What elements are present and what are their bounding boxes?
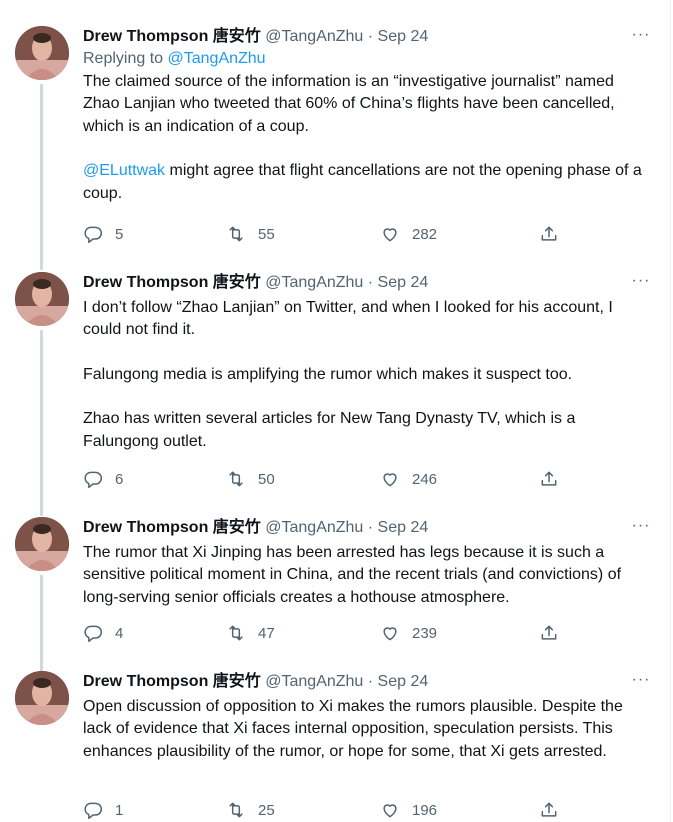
thread-line xyxy=(40,575,43,671)
more-icon[interactable]: ··· xyxy=(628,517,654,535)
like-button[interactable]: 282 xyxy=(380,224,437,244)
mention-paragraph-text: might agree that flight cancellations ar… xyxy=(83,162,647,202)
mention-link[interactable]: @ELuttwak xyxy=(83,162,165,179)
dot-separator: · xyxy=(363,519,378,536)
reply-button[interactable]: 6 xyxy=(83,469,123,489)
share-icon xyxy=(541,471,557,486)
tweet-header: Drew Thompson 唐安竹 @TangAnZhu · Sep 24 xyxy=(83,272,643,294)
retweet-button[interactable]: 50 xyxy=(226,469,275,489)
avatar[interactable] xyxy=(15,671,69,725)
share-icon xyxy=(541,226,557,241)
reply-button[interactable]: 4 xyxy=(83,623,123,643)
retweet-icon xyxy=(229,802,243,818)
like-icon xyxy=(383,627,397,641)
retweet-count: 55 xyxy=(258,225,275,243)
tweet-paragraph: @ELuttwak might agree that flight cancel… xyxy=(83,160,643,205)
like-button[interactable]: 196 xyxy=(380,800,437,820)
tweet-header: Drew Thompson 唐安竹 @TangAnZhu · Sep 24 xyxy=(83,671,643,693)
tweet-paragraph: Open discussion of opposition to Xi make… xyxy=(83,698,628,760)
author-name[interactable]: Drew Thompson 唐安竹 xyxy=(83,274,261,291)
tweet-date[interactable]: Sep 24 xyxy=(378,673,429,690)
like-count: 246 xyxy=(412,470,438,488)
author-handle[interactable]: @TangAnZhu xyxy=(265,519,363,536)
retweet-count: 50 xyxy=(258,470,275,488)
reply-count: 4 xyxy=(115,624,124,642)
like-count: 282 xyxy=(412,225,438,243)
author-name[interactable]: Drew Thompson 唐安竹 xyxy=(83,519,261,536)
avatar[interactable] xyxy=(15,272,69,326)
replying-label: Replying to xyxy=(83,50,168,67)
author-name[interactable]: Drew Thompson 唐安竹 xyxy=(83,673,261,690)
action-bar: 1 25 196 xyxy=(83,800,643,822)
column-border xyxy=(670,0,671,822)
reply-icon xyxy=(84,802,103,820)
retweet-icon xyxy=(229,471,243,487)
share-icon xyxy=(541,625,557,640)
more-icon[interactable]: ··· xyxy=(628,671,654,689)
like-count: 196 xyxy=(412,801,438,819)
tweet-date[interactable]: Sep 24 xyxy=(378,274,429,291)
tweet-text: The claimed source of the information is… xyxy=(83,71,643,205)
tweet-text: Open discussion of opposition to Xi make… xyxy=(83,696,643,763)
tweet-paragraph: Zhao has written several articles for Ne… xyxy=(83,410,580,450)
share-button[interactable] xyxy=(539,469,559,489)
tweet-paragraph: I don’t follow “Zhao Lanjian” on Twitter… xyxy=(83,299,618,339)
tweet-text: The rumor that Xi Jinping has been arres… xyxy=(83,542,643,609)
author-handle[interactable]: @TangAnZhu xyxy=(265,274,363,291)
like-icon xyxy=(383,228,397,242)
tweet-paragraph: The claimed source of the information is… xyxy=(83,73,620,135)
share-icon xyxy=(541,802,557,817)
retweet-button[interactable]: 55 xyxy=(226,224,275,244)
reply-icon xyxy=(84,226,103,244)
like-icon xyxy=(383,473,397,487)
reply-count: 5 xyxy=(115,225,124,243)
dot-separator: · xyxy=(363,274,378,291)
action-bar: 4 47 239 xyxy=(83,623,643,645)
like-count: 239 xyxy=(412,624,438,642)
action-bar: 6 50 246 xyxy=(83,469,643,491)
tweet-text: I don’t follow “Zhao Lanjian” on Twitter… xyxy=(83,297,643,453)
replying-to: Replying to @TangAnZhu xyxy=(83,48,643,70)
tweet-header: Drew Thompson 唐安竹 @TangAnZhu · Sep 24 xyxy=(83,26,643,48)
author-handle[interactable]: @TangAnZhu xyxy=(265,673,363,690)
reply-count: 1 xyxy=(115,801,124,819)
thread-line xyxy=(40,330,43,516)
share-button[interactable] xyxy=(539,623,559,643)
action-bar: 5 55 282 xyxy=(83,224,643,246)
tweet-date[interactable]: Sep 24 xyxy=(378,28,429,45)
author-name[interactable]: Drew Thompson 唐安竹 xyxy=(83,28,261,45)
reply-icon xyxy=(84,625,103,643)
retweet-icon xyxy=(229,226,243,242)
retweet-button[interactable]: 25 xyxy=(226,800,275,820)
avatar[interactable] xyxy=(15,26,69,80)
more-icon[interactable]: ··· xyxy=(628,272,654,290)
share-button[interactable] xyxy=(539,224,559,244)
like-icon xyxy=(383,804,397,818)
reply-count: 6 xyxy=(115,470,124,488)
tweet-paragraph: The rumor that Xi Jinping has been arres… xyxy=(83,544,626,606)
retweet-count: 47 xyxy=(258,624,275,642)
dot-separator: · xyxy=(363,28,378,45)
replying-mention-link[interactable]: @TangAnZhu xyxy=(168,50,266,67)
author-handle[interactable]: @TangAnZhu xyxy=(265,28,363,45)
tweet-date[interactable]: Sep 24 xyxy=(378,519,429,536)
reply-button[interactable]: 1 xyxy=(83,800,123,820)
more-icon[interactable]: ··· xyxy=(628,26,654,44)
like-button[interactable]: 239 xyxy=(380,623,437,643)
tweet-paragraph: Falungong media is amplifying the rumor … xyxy=(83,365,573,383)
retweet-button[interactable]: 47 xyxy=(226,623,275,643)
dot-separator: · xyxy=(363,673,378,690)
avatar[interactable] xyxy=(15,517,69,571)
retweet-icon xyxy=(229,625,243,641)
reply-button[interactable]: 5 xyxy=(83,224,123,244)
tweet-header: Drew Thompson 唐安竹 @TangAnZhu · Sep 24 xyxy=(83,517,643,539)
thread-line xyxy=(40,84,43,270)
retweet-count: 25 xyxy=(258,801,275,819)
like-button[interactable]: 246 xyxy=(380,469,437,489)
reply-icon xyxy=(84,471,103,489)
share-button[interactable] xyxy=(539,800,559,820)
